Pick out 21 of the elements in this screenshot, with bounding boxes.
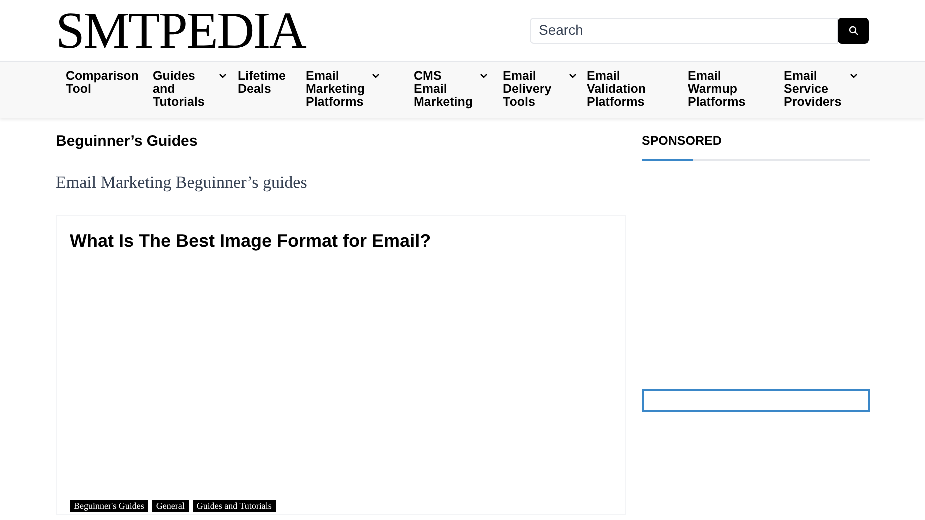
nav-item[interactable]: Email Service Providers: [784, 70, 874, 109]
search-icon: [848, 26, 858, 36]
page-description: Email Marketing Beguinner’s guides: [56, 172, 308, 194]
nav-item[interactable]: CMS Email Marketing: [414, 70, 503, 109]
sidebar-heading: SPONSORED: [642, 133, 723, 150]
heading-underline: [642, 158, 693, 161]
category-tag[interactable]: General: [152, 500, 189, 512]
nav-item[interactable]: Email Warmup Platforms: [688, 70, 784, 109]
search-button[interactable]: [838, 18, 869, 44]
search-field[interactable]: Search: [530, 18, 838, 44]
category-tag[interactable]: Guides and Tutorials: [192, 500, 276, 512]
nav-item[interactable]: Comparison Tool: [66, 70, 153, 96]
nav-item[interactable]: Lifetime Deals: [238, 70, 306, 96]
nav-item[interactable]: Email Delivery Tools: [503, 70, 587, 109]
nav-item[interactable]: Guides and Tutorials: [153, 70, 238, 109]
site-logo[interactable]: SMTPEDIA: [56, 4, 306, 58]
post-title[interactable]: What Is The Best Image Format for Email?: [70, 228, 612, 255]
category-tag[interactable]: Beguinner's Guides: [70, 500, 148, 512]
nav-item[interactable]: Email Marketing Platforms: [306, 70, 414, 109]
page-title: Beguinner’s Guides: [56, 132, 199, 152]
nav-item[interactable]: Email Validation Platforms: [587, 70, 688, 109]
